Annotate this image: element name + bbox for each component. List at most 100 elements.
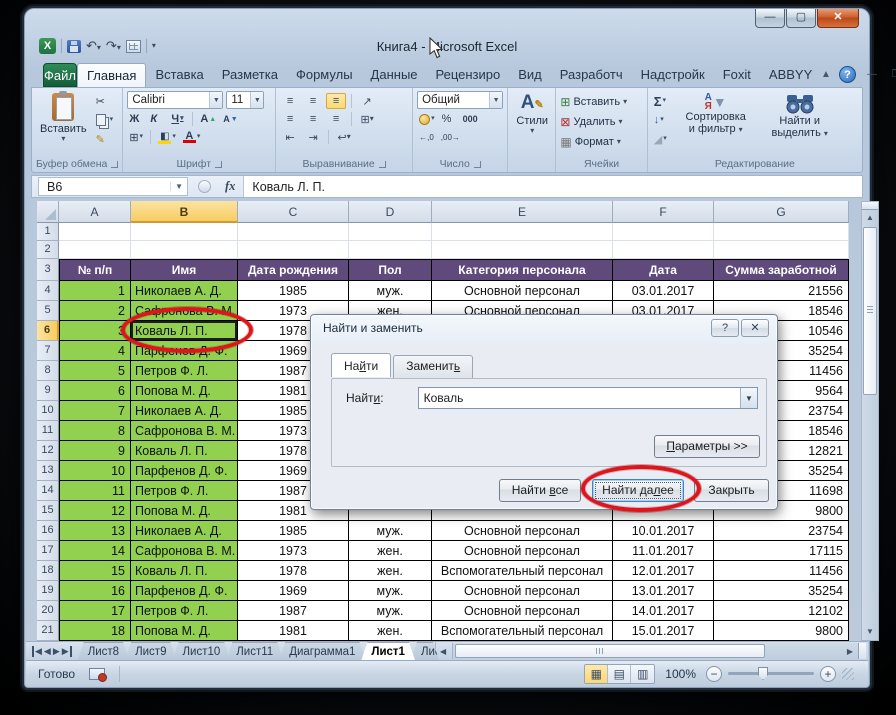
- cell-A21[interactable]: 18: [59, 621, 131, 641]
- align-right-icon[interactable]: ≡: [326, 111, 346, 127]
- cell-E21[interactable]: Вспомогательный персонал: [432, 621, 613, 641]
- comma-format-button[interactable]: 000: [461, 111, 480, 127]
- column-header-G[interactable]: G: [714, 201, 849, 223]
- collapse-ribbon-icon[interactable]: ▲: [821, 69, 831, 80]
- vertical-scrollbar[interactable]: ▲ ▼: [861, 201, 879, 641]
- align-top-icon[interactable]: ≡: [280, 93, 300, 109]
- close-button[interactable]: ✕: [817, 9, 859, 28]
- decrease-indent-icon[interactable]: ⇤: [280, 129, 300, 145]
- decrease-decimal-button[interactable]: ,00→: [439, 129, 462, 145]
- sheet-tab[interactable]: Лист9: [125, 642, 176, 660]
- prev-sheet-icon[interactable]: ◀: [44, 646, 51, 657]
- cell-F19[interactable]: 13.01.2017: [613, 581, 714, 601]
- increase-indent-icon[interactable]: ⇥: [303, 129, 323, 145]
- cell-D20[interactable]: муж.: [349, 601, 432, 621]
- align-left-icon[interactable]: ≡: [280, 111, 300, 127]
- row-header-10[interactable]: 10: [37, 401, 59, 421]
- sheet-tab[interactable]: Лист11: [226, 642, 283, 660]
- cell-G20[interactable]: 12102: [714, 601, 849, 621]
- ribbon-tab[interactable]: Вид: [509, 63, 551, 87]
- ribbon-tab[interactable]: Разметка с: [213, 63, 287, 106]
- cell-B1[interactable]: [131, 223, 238, 241]
- cell-A16[interactable]: 13: [59, 521, 131, 541]
- row-header-7[interactable]: 7: [37, 341, 59, 361]
- row-header-6[interactable]: 6: [37, 321, 59, 341]
- column-header-B[interactable]: B: [131, 201, 238, 223]
- cell-E20[interactable]: Основной персонал: [432, 601, 613, 621]
- row-header-4[interactable]: 4: [37, 281, 59, 301]
- merge-center-icon[interactable]: ⊞ ▾: [357, 111, 377, 127]
- cell-G17[interactable]: 17115: [714, 541, 849, 561]
- cell-A15[interactable]: 12: [59, 501, 131, 521]
- cell-B21[interactable]: Попова М. Д.: [131, 621, 238, 641]
- column-header-D[interactable]: D: [349, 201, 432, 223]
- page-break-view-icon[interactable]: ▥: [631, 664, 655, 683]
- cell-B19[interactable]: Парфенов Д. Ф.: [131, 581, 238, 601]
- cell-F21[interactable]: 15.01.2017: [613, 621, 714, 641]
- cell-A7[interactable]: 4: [59, 341, 131, 361]
- increase-decimal-button[interactable]: ←,0: [417, 129, 436, 145]
- ribbon-tab[interactable]: Данные: [362, 63, 427, 87]
- dialog-title[interactable]: Найти и заменить: [311, 315, 777, 341]
- column-header-E[interactable]: E: [432, 201, 613, 223]
- macro-record-icon[interactable]: [89, 667, 108, 682]
- cell-D19[interactable]: муж.: [349, 581, 432, 601]
- file-tab[interactable]: Файл: [43, 63, 77, 87]
- cell-F2[interactable]: [613, 241, 714, 259]
- row-header-3[interactable]: 3: [37, 259, 59, 281]
- sheet-tab[interactable]: Лист10: [172, 642, 230, 660]
- cell-A8[interactable]: 5: [59, 361, 131, 381]
- cell-A14[interactable]: 11: [59, 481, 131, 501]
- cell-E18[interactable]: Вспомогательный персонал: [432, 561, 613, 581]
- paste-button[interactable]: Вставить ▾: [36, 91, 91, 156]
- cell-C1[interactable]: [238, 223, 349, 241]
- format-cells-button[interactable]: ▦ Формат ▾: [560, 133, 642, 150]
- cell-D1[interactable]: [349, 223, 432, 241]
- cell-F1[interactable]: [613, 223, 714, 241]
- cell-F16[interactable]: 10.01.2017: [613, 521, 714, 541]
- cell-E17[interactable]: Основной персонал: [432, 541, 613, 561]
- scroll-right-icon[interactable]: ▶: [842, 647, 858, 656]
- minimize-button[interactable]: —: [755, 9, 785, 28]
- scroll-down-icon[interactable]: ▼: [862, 624, 878, 640]
- grow-font-button[interactable]: А ▲: [198, 111, 218, 127]
- cell-D21[interactable]: жен.: [349, 621, 432, 641]
- dialog-help-icon[interactable]: ?: [711, 319, 739, 337]
- last-sheet-icon[interactable]: ▶: [62, 645, 72, 657]
- vertical-scroll-thumb[interactable]: [863, 227, 877, 395]
- cell-C20[interactable]: 1987: [238, 601, 349, 621]
- column-header-A[interactable]: A: [59, 201, 131, 223]
- font-color-button[interactable]: А ▾: [181, 129, 203, 145]
- italic-button[interactable]: К: [148, 111, 166, 127]
- sheet-tab[interactable]: Лист8: [78, 642, 129, 660]
- insert-cells-button[interactable]: ⊞ Вставить ▾: [560, 93, 642, 110]
- row-header-14[interactable]: 14: [37, 481, 59, 501]
- cell-A13[interactable]: 10: [59, 461, 131, 481]
- align-center-icon[interactable]: ≡: [303, 111, 323, 127]
- cell-G2[interactable]: [714, 241, 849, 259]
- fill-color-button[interactable]: ◧ ▾: [156, 129, 178, 145]
- cell-B13[interactable]: Парфенов Д. Ф.: [131, 461, 238, 481]
- cell-B15[interactable]: Попова М. Д.: [131, 501, 238, 521]
- row-header-11[interactable]: 11: [37, 421, 59, 441]
- cell-A1[interactable]: [59, 223, 131, 241]
- cell-D18[interactable]: жен.: [349, 561, 432, 581]
- cell-F18[interactable]: 12.01.2017: [613, 561, 714, 581]
- row-header-5[interactable]: 5: [37, 301, 59, 321]
- cell-B18[interactable]: Коваль Л. П.: [131, 561, 238, 581]
- dialog-tab[interactable]: Найти: [331, 353, 392, 377]
- cell-B11[interactable]: Сафронова В. М.: [131, 421, 238, 441]
- ribbon-tab[interactable]: Формулы: [287, 63, 362, 87]
- cell-A17[interactable]: 14: [59, 541, 131, 561]
- cell-E2[interactable]: [432, 241, 613, 259]
- column-header-F[interactable]: F: [613, 201, 714, 223]
- bold-button[interactable]: Ж: [127, 111, 145, 127]
- row-header-2[interactable]: 2: [37, 241, 59, 259]
- cell-C2[interactable]: [238, 241, 349, 259]
- cell-E16[interactable]: Основной персонал: [432, 521, 613, 541]
- row-header-16[interactable]: 16: [37, 521, 59, 541]
- cell-B20[interactable]: Петров Ф. Л.: [131, 601, 238, 621]
- cell-F20[interactable]: 14.01.2017: [613, 601, 714, 621]
- sheet-tab[interactable]: Лист1: [361, 642, 415, 660]
- maximize-button[interactable]: ▢: [786, 9, 816, 28]
